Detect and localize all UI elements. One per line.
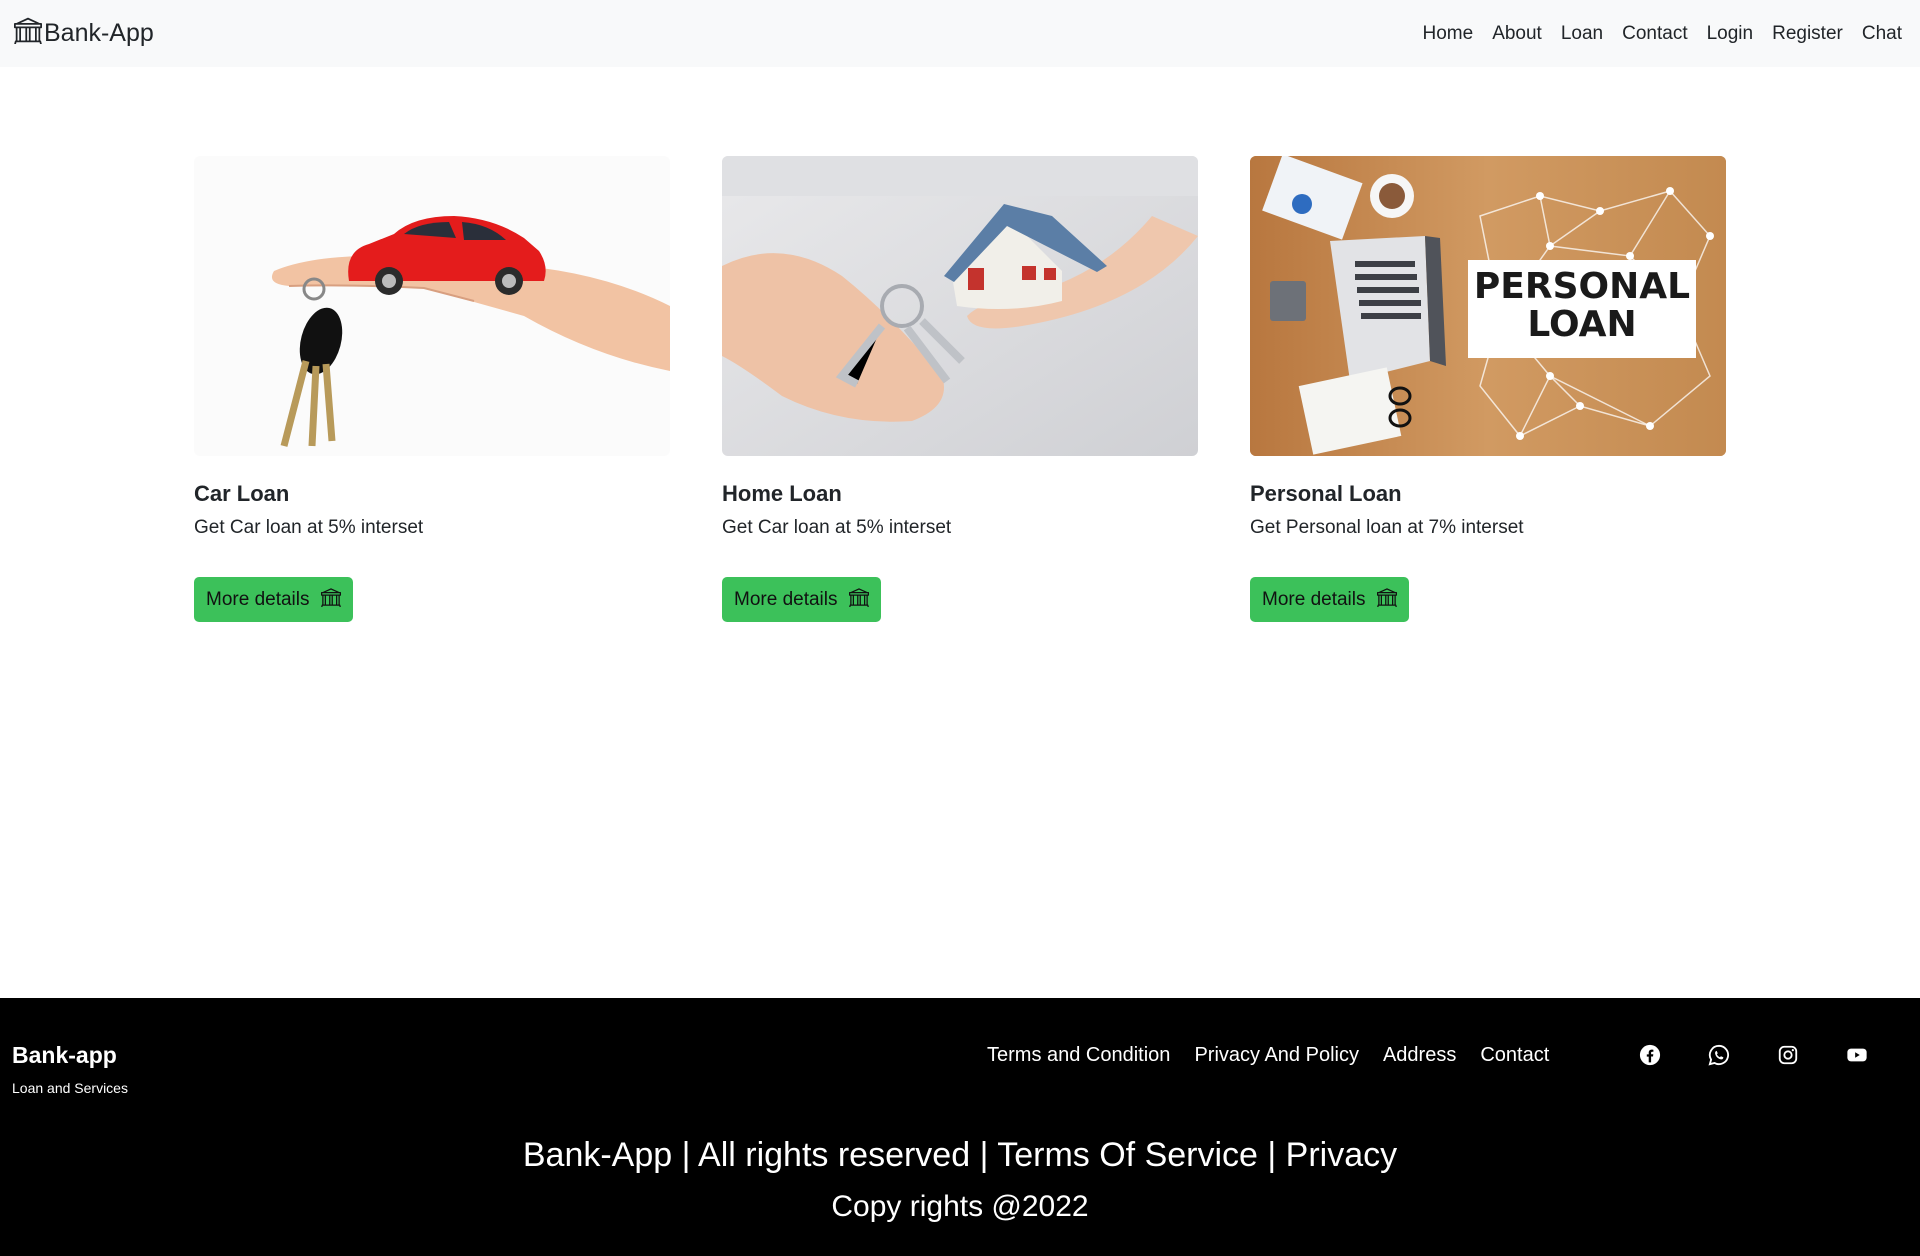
- card-text: Get Car loan at 5% interset: [722, 517, 952, 538]
- more-details-button[interactable]: More details: [194, 577, 353, 622]
- footer-copyright: Copy rights @2022: [831, 1190, 1089, 1223]
- button-label: More details: [206, 588, 310, 610]
- nav-loan[interactable]: Loan: [1551, 23, 1612, 45]
- card-personal-loan: PERSONAL LOAN Personal Loan Get Personal…: [1250, 156, 1726, 622]
- card-text: Get Personal loan at 7% interset: [1250, 517, 1524, 538]
- footer-link-terms[interactable]: Terms and Condition: [987, 1044, 1170, 1067]
- whatsapp-icon[interactable]: [1707, 1043, 1730, 1066]
- more-details-button[interactable]: More details: [722, 577, 881, 622]
- personal-loan-sign: PERSONAL LOAN: [1468, 268, 1696, 344]
- nav-chat[interactable]: Chat: [1852, 23, 1906, 45]
- bank-icon: [320, 587, 341, 613]
- card-text: Get Car loan at 5% interset: [194, 517, 424, 538]
- button-label: More details: [1262, 588, 1366, 610]
- sign-line: PERSONAL: [1473, 266, 1691, 307]
- sign-line: LOAN: [1527, 304, 1637, 345]
- nav-login[interactable]: Login: [1697, 23, 1763, 45]
- personal-loan-image: PERSONAL LOAN: [1250, 156, 1726, 456]
- social-links: [1638, 1043, 1868, 1066]
- nav-contact[interactable]: Contact: [1613, 23, 1697, 45]
- footer-link-contact[interactable]: Contact: [1480, 1044, 1549, 1067]
- bank-icon: [14, 16, 42, 51]
- home-loan-image: [722, 156, 1198, 456]
- footer-link-address[interactable]: Address: [1383, 1044, 1456, 1067]
- car-loan-image: [194, 156, 670, 456]
- bank-icon: [1376, 587, 1397, 613]
- button-label: More details: [734, 588, 838, 610]
- youtube-icon[interactable]: [1845, 1043, 1868, 1066]
- facebook-icon[interactable]: [1638, 1043, 1661, 1066]
- loan-cards: Car Loan Get Car loan at 5% interset Mor…: [194, 156, 1726, 622]
- card-home-loan: Home Loan Get Car loan at 5% interset Mo…: [722, 156, 1198, 622]
- card-title: Personal Loan: [1250, 481, 1402, 506]
- bank-icon: [848, 587, 869, 613]
- card-car-loan: Car Loan Get Car loan at 5% interset Mor…: [194, 156, 670, 622]
- footer-legal: Bank-App | All rights reserved | Terms O…: [522, 1136, 1398, 1174]
- instagram-icon[interactable]: [1776, 1043, 1799, 1066]
- footer-brand: Bank-app: [12, 1042, 117, 1068]
- brand-label: Bank-App: [44, 19, 154, 47]
- footer: Bank-app Loan and Services Terms and Con…: [0, 998, 1920, 1256]
- navbar-brand[interactable]: Bank-App: [14, 16, 154, 51]
- nav-register[interactable]: Register: [1763, 23, 1853, 45]
- card-title: Home Loan: [722, 481, 842, 506]
- footer-tagline: Loan and Services: [12, 1080, 128, 1096]
- footer-links: Terms and Condition Privacy And Policy A…: [987, 1044, 1549, 1067]
- nav-home[interactable]: Home: [1413, 23, 1483, 45]
- nav-about[interactable]: About: [1483, 23, 1552, 45]
- navbar: Bank-App Home About Loan Contact Login R…: [0, 0, 1920, 67]
- card-title: Car Loan: [194, 481, 290, 506]
- footer-link-privacy[interactable]: Privacy And Policy: [1194, 1044, 1359, 1067]
- more-details-button[interactable]: More details: [1250, 577, 1409, 622]
- nav-links: Home About Loan Contact Login Register C…: [1413, 23, 1906, 45]
